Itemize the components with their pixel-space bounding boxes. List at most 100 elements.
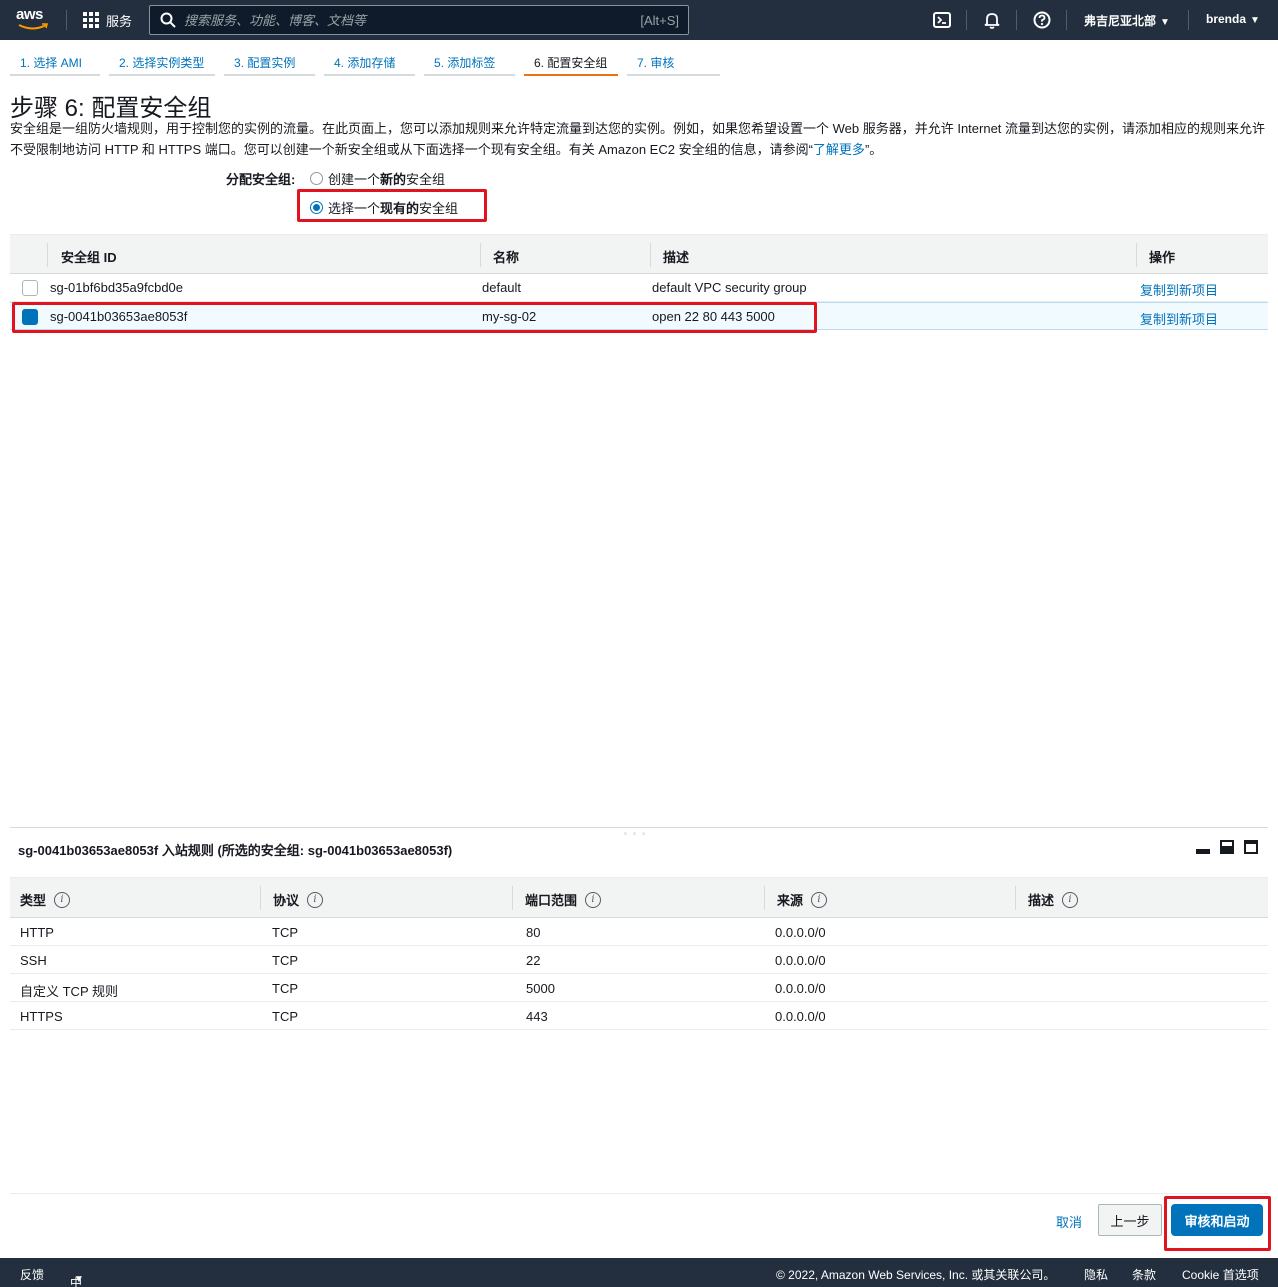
aws-logo[interactable]: aws <box>16 6 50 32</box>
info-icon[interactable]: i <box>1062 891 1079 908</box>
privacy-link[interactable]: 隐私 <box>1084 1266 1108 1283</box>
info-icon[interactable]: i <box>811 891 828 908</box>
rule-source: 0.0.0.0/0 <box>775 925 826 940</box>
tab-configure-security-group[interactable]: 6. 配置安全组 <box>524 50 618 76</box>
col-header-protocol: 协议 i <box>273 890 324 909</box>
table-header: 类型 i 协议 i 端口范围 i 来源 i 描述 i <box>10 877 1268 918</box>
option-new-post: 安全组 <box>406 172 446 187</box>
panel-half-layout-icon[interactable] <box>1220 840 1234 854</box>
rule-protocol: TCP <box>272 925 298 940</box>
create-new-sg-option[interactable]: 创建一个 新的 安全组 <box>310 169 445 188</box>
console-footer: 反馈 中文(简体)▼ © 2022, Amazon Web Services, … <box>0 1258 1278 1287</box>
col-header-actions: 操作 <box>1149 250 1176 265</box>
info-icon[interactable]: i <box>307 891 324 908</box>
tab-choose-ami[interactable]: 1. 选择 AMI <box>10 50 100 76</box>
rule-type: 自定义 TCP 规则 <box>20 984 118 999</box>
table-row: SSH TCP 22 0.0.0.0/0 <box>10 946 1268 974</box>
rule-source: 0.0.0.0/0 <box>775 981 826 996</box>
split-panel-divider[interactable] <box>10 827 1268 828</box>
notifications-bell-icon[interactable] <box>982 10 1002 30</box>
rule-type: HTTPS <box>20 1009 63 1024</box>
intro-body: 安全组是一组防火墙规则，用于控制您的实例的流量。在此页面上，您可以添加规则来允许… <box>10 121 1266 157</box>
col-header-type: 类型 i <box>20 890 71 909</box>
highlight-box-launch-button <box>1164 1196 1271 1251</box>
sg-description: default VPC security group <box>652 280 807 295</box>
create-new-sg-radio[interactable] <box>310 172 323 185</box>
rule-port: 5000 <box>526 981 555 996</box>
caret-down-icon: ▼ <box>1250 15 1260 26</box>
nav-divider <box>1016 10 1017 30</box>
tab-add-tags[interactable]: 5. 添加标签 <box>424 50 515 76</box>
services-menu-button[interactable]: 服务 <box>83 10 132 30</box>
user-name: brenda <box>1206 12 1247 26</box>
help-icon[interactable] <box>1032 10 1052 30</box>
tab-add-storage[interactable]: 4. 添加存储 <box>324 50 415 76</box>
panel-bottom-layout-icon[interactable] <box>1196 840 1210 854</box>
table-row: HTTP TCP 80 0.0.0.0/0 <box>10 918 1268 946</box>
logo-text: aws <box>16 6 43 23</box>
smile-icon <box>18 23 48 30</box>
cloudshell-icon[interactable] <box>932 10 952 30</box>
apps-grid-icon <box>83 12 99 28</box>
services-label: 服务 <box>106 13 133 29</box>
learn-more-link[interactable]: 了解更多 <box>813 142 865 157</box>
top-navigation: aws 服务 [Alt+S] 弗吉尼亚北部▼ brenda▼ <box>0 0 1278 40</box>
highlight-box-selected-row <box>12 302 817 333</box>
info-icon[interactable]: i <box>54 891 71 908</box>
intro-text: 安全组是一组防火墙规则，用于控制您的实例的流量。在此页面上，您可以添加规则来允许… <box>10 118 1272 160</box>
rule-source: 0.0.0.0/0 <box>775 1009 826 1024</box>
terms-link[interactable]: 条款 <box>1132 1266 1156 1283</box>
rule-port: 443 <box>526 1009 548 1024</box>
nav-divider <box>966 10 967 30</box>
rule-port: 22 <box>526 953 541 968</box>
region-label: 弗吉尼亚北部 <box>1084 14 1157 28</box>
col-header-source: 来源 i <box>777 890 828 909</box>
table-row: HTTPS TCP 443 0.0.0.0/0 <box>10 1002 1268 1030</box>
search-shortcut-hint: [Alt+S] <box>640 12 679 28</box>
copy-to-new-link[interactable]: 复制到新项目 <box>1140 280 1218 299</box>
tab-instance-type[interactable]: 2. 选择实例类型 <box>109 50 215 76</box>
wizard-steps: 1. 选择 AMI 2. 选择实例类型 3. 配置实例 4. 添加存储 5. 添… <box>10 50 729 76</box>
col-header-sg-id[interactable]: 安全组 ID <box>61 247 117 266</box>
inbound-rules-title: sg-0041b03653ae8053f 入站规则 (所选的安全组: sg-00… <box>18 843 453 858</box>
inbound-rules-table: 类型 i 协议 i 端口范围 i 来源 i 描述 i HTTP TCP 80 0.0.0.… <box>10 877 1268 1030</box>
feedback-link[interactable]: 反馈 <box>20 1266 44 1283</box>
copy-to-new-link[interactable]: 复制到新项目 <box>1140 309 1218 328</box>
nav-divider <box>1066 10 1067 30</box>
caret-down-icon: ▼ <box>1160 17 1170 28</box>
row-checkbox[interactable] <box>22 280 38 296</box>
table-row[interactable]: sg-01bf6bd35a9fcbd0e default default VPC… <box>10 274 1268 302</box>
region-selector[interactable]: 弗吉尼亚北部 ▼ <box>1084 12 1170 29</box>
nav-divider <box>66 10 67 30</box>
table-header: 安全组 ID 名称 描述 操作 <box>10 234 1268 274</box>
info-icon[interactable]: i <box>585 891 602 908</box>
col-header-description[interactable]: 描述 <box>663 247 689 266</box>
drag-handle-icon[interactable]: ◦ ◦ ◦ <box>624 829 647 838</box>
panel-full-layout-icon[interactable] <box>1244 840 1258 854</box>
search-input[interactable] <box>184 12 641 28</box>
nav-divider <box>1188 10 1189 30</box>
intro-end: ”。 <box>864 142 883 157</box>
footer-divider <box>10 1193 1268 1194</box>
col-header-port-range: 端口范围 i <box>525 890 602 909</box>
account-menu[interactable]: brenda ▼ <box>1206 12 1260 26</box>
search-box[interactable]: [Alt+S] <box>149 5 689 35</box>
cancel-button[interactable]: 取消 <box>1056 1212 1082 1231</box>
col-header-name[interactable]: 名称 <box>493 247 519 266</box>
rule-type: SSH <box>20 953 47 968</box>
cookie-preferences-link[interactable]: Cookie 首选项 <box>1182 1266 1259 1283</box>
rule-protocol: TCP <box>272 981 298 996</box>
rule-protocol: TCP <box>272 953 298 968</box>
table-row: 自定义 TCP 规则 TCP 5000 0.0.0.0/0 <box>10 974 1268 1002</box>
rule-type: HTTP <box>20 925 54 940</box>
rule-port: 80 <box>526 925 541 940</box>
sg-name: default <box>482 280 522 295</box>
highlight-box-existing-option <box>297 189 487 222</box>
tab-review[interactable]: 7. 审核 <box>627 50 720 76</box>
copyright-text: © 2022, Amazon Web Services, Inc. 或其关联公司… <box>776 1268 1056 1282</box>
previous-button[interactable]: 上一步 <box>1098 1204 1162 1236</box>
tab-configure-instance[interactable]: 3. 配置实例 <box>224 50 315 76</box>
sg-id: sg-01bf6bd35a9fcbd0e <box>50 280 184 295</box>
search-icon <box>160 12 176 28</box>
assign-security-group-label: 分配安全组: <box>226 172 296 187</box>
